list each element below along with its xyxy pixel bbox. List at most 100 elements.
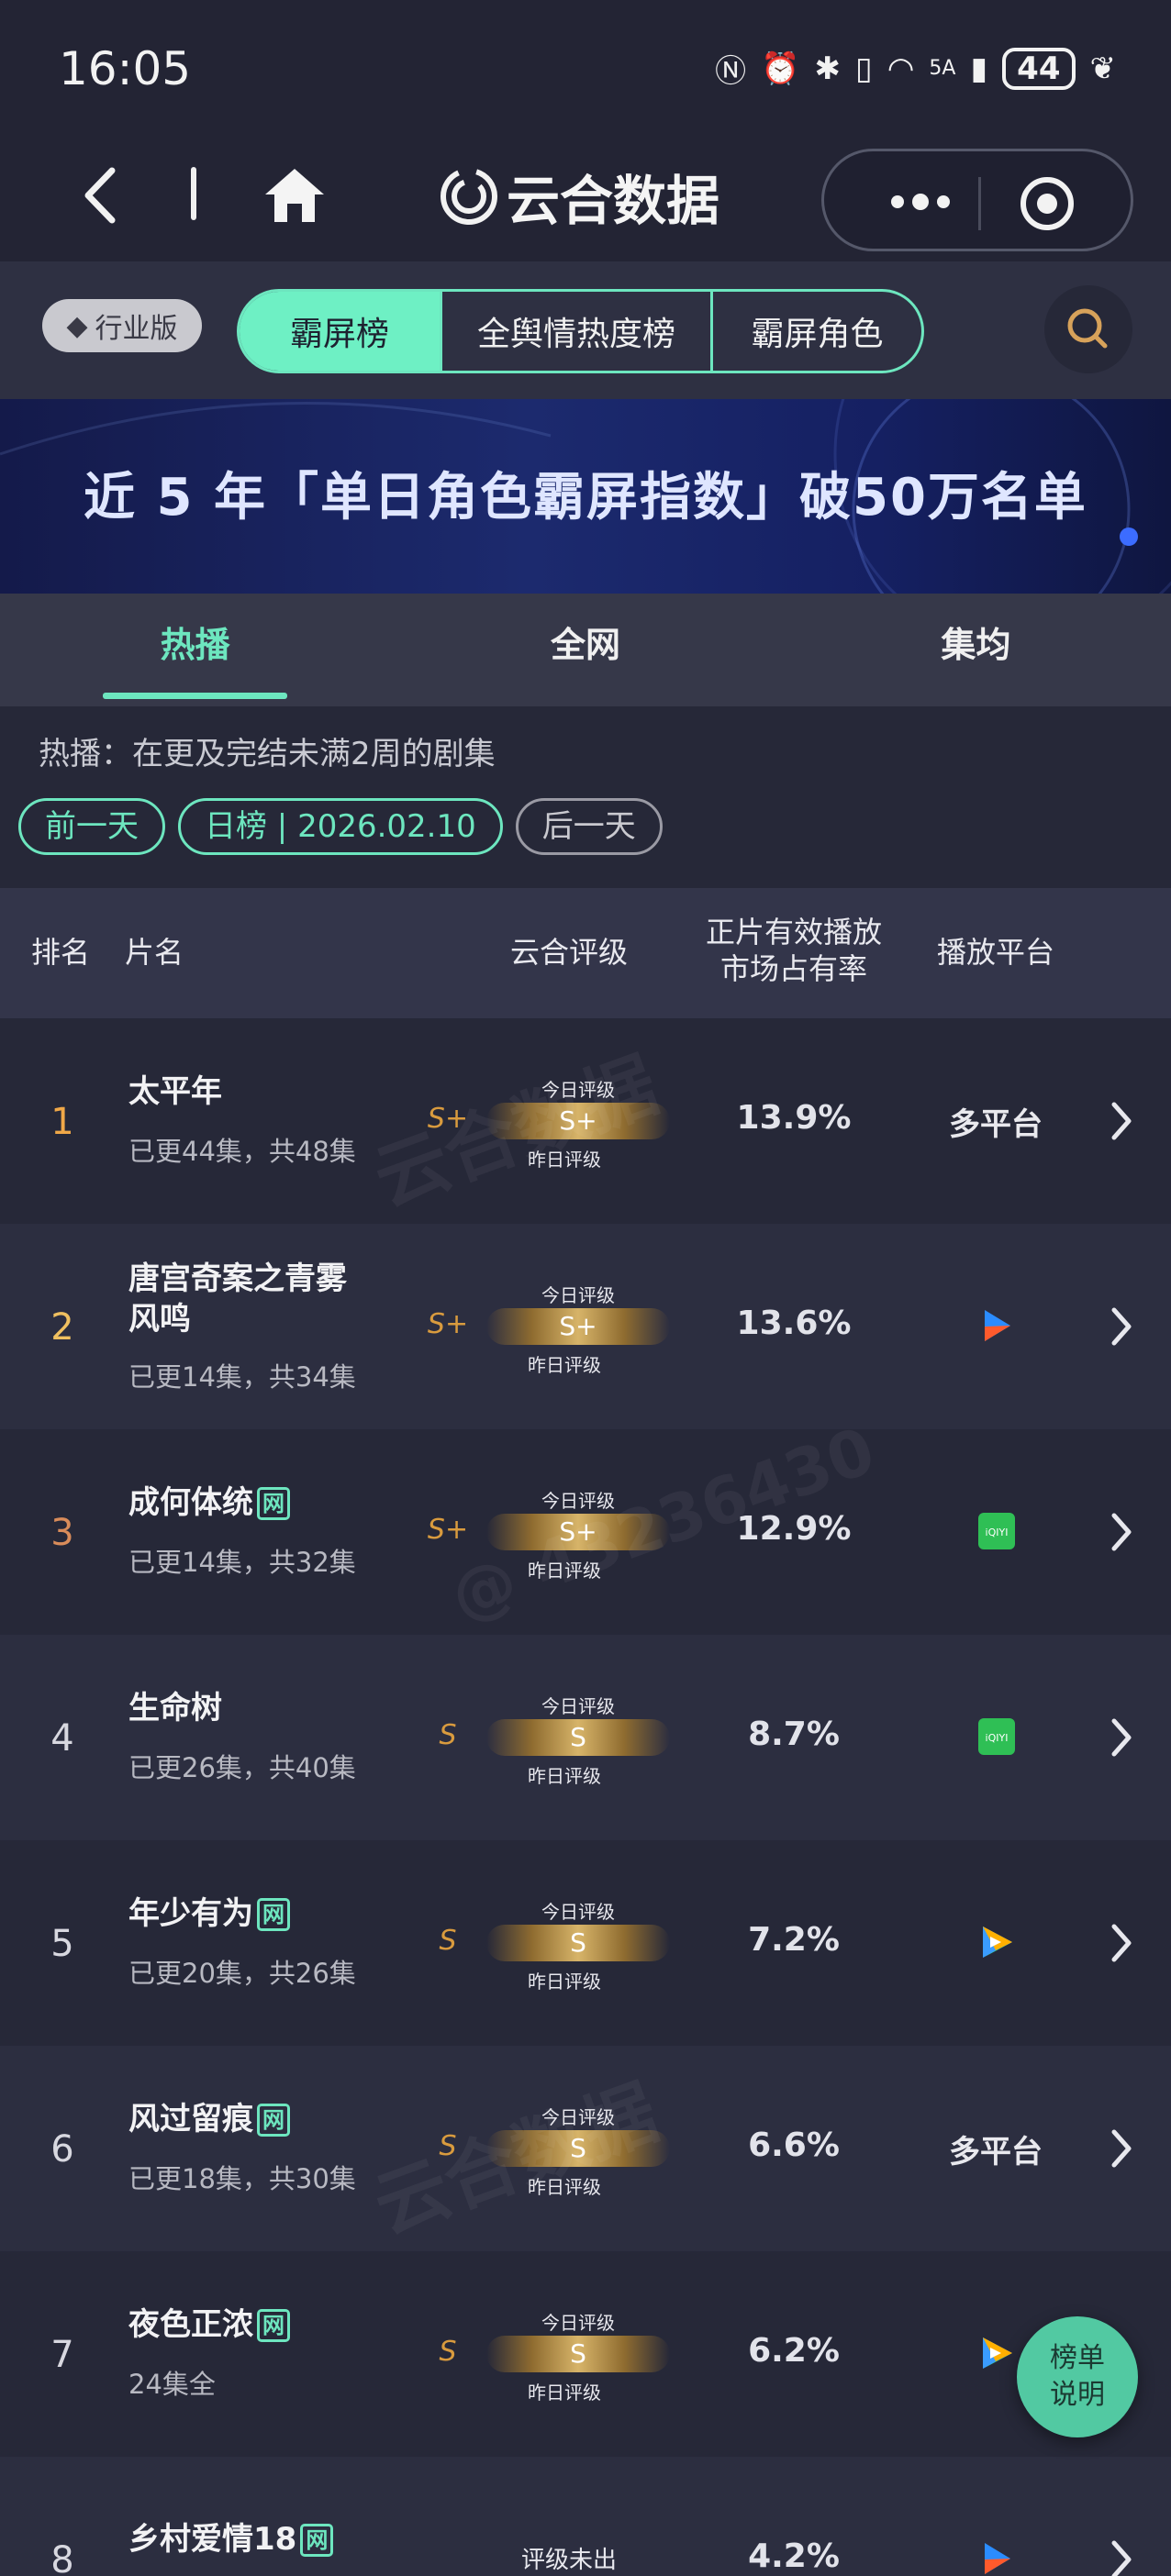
online-drama-badge: 网 <box>257 2309 290 2342</box>
row-title-text: 成何体统 <box>128 1484 253 1521</box>
table-row[interactable]: 3 成何体统网已更14集，共32集 S+ 今日评级 S+ 昨日评级 12.9% iQIYI <box>0 1429 1171 1635</box>
table-row[interactable]: 7 夜色正浓网 24集全 S 今日评级 S 昨日评级 6.2% <box>0 2251 1171 2457</box>
chevron-right-icon[interactable] <box>1107 2537 1136 2576</box>
today-rating-label: 今日评级 <box>541 1490 615 1512</box>
row-title-text-line2: 风鸣 <box>128 1301 191 1338</box>
tab-per-episode[interactable]: 集均 <box>781 594 1171 706</box>
row-title-text: 风过留痕 <box>128 2101 253 2137</box>
home-icon[interactable] <box>262 163 328 228</box>
status-time: 16:05 <box>59 42 192 95</box>
online-drama-badge: 网 <box>257 1898 290 1931</box>
tencent-video-icon[interactable] <box>977 1923 1016 1961</box>
row-title-text: 年少有为 <box>128 1895 253 1932</box>
bluetooth-icon: ✱ <box>814 50 842 87</box>
tab-bapingbang[interactable]: 霸屏榜 <box>240 292 440 371</box>
pending-rating-label: 评级未出 <box>520 2547 617 2574</box>
online-drama-badge: 网 <box>300 2524 334 2557</box>
row-market-share: 12.9% <box>736 1510 852 1548</box>
brand-logo-icon <box>441 168 497 225</box>
chevron-right-icon[interactable] <box>1107 1921 1136 1965</box>
search-icon <box>1067 308 1108 349</box>
svg-text:iQIYI: iQIYI <box>986 1527 1009 1538</box>
promo-banner[interactable]: 近 5 年「单日角色霸屏指数」破50万名单 <box>0 399 1171 594</box>
row-grade: S+ <box>427 1308 469 1340</box>
back-icon[interactable] <box>73 163 128 228</box>
chevron-right-icon[interactable] <box>1107 1099 1136 1143</box>
date-navigator: 前一天 日榜 | 2026.02.10 后一天 <box>18 798 663 855</box>
iqiyi-icon[interactable]: iQIYI <box>977 1717 1016 1756</box>
vibrate-icon: ▯ <box>855 50 873 87</box>
table-header: 排名 片名 云合评级 正片有效播放 市场占有率 播放平台 <box>0 888 1171 1018</box>
banner-dot <box>1120 527 1138 546</box>
chevron-right-icon[interactable] <box>1107 1305 1136 1349</box>
list-description: 热播：在更及完结未满2周的剧集 <box>39 736 496 772</box>
row-market-share: 7.2% <box>748 1921 840 1959</box>
table-row[interactable]: 6 风过留痕网已更18集，共30集 S 今日评级 S 昨日评级 6.6% 多平台 <box>0 2046 1171 2251</box>
iqiyi-icon[interactable]: iQIYI <box>977 1512 1016 1550</box>
list-info-button[interactable]: 榜单 说明 <box>1017 2316 1138 2437</box>
leaf-icon: ❦ <box>1089 50 1117 87</box>
chevron-right-icon[interactable] <box>1107 1510 1136 1554</box>
signal-icon: ▮ <box>970 50 988 87</box>
row-rank: 8 <box>50 2539 74 2576</box>
today-rating-label: 今日评级 <box>541 1695 615 1717</box>
rating-bar: S+ <box>486 1514 670 1550</box>
banner-title: 近 5 年「单日角色霸屏指数」破50万名单 <box>84 468 1087 527</box>
status-bar: 16:05 Ⓝ ⏰ ✱ ▯ ◠ 5A ▮ 44 ❦ <box>0 0 1171 138</box>
table-row[interactable]: 5 年少有为网已更20集，共26集 S 今日评级 S 昨日评级 7.2% <box>0 1840 1171 2046</box>
table-row[interactable]: 8 乡村爱情18 网评级未出 4.2% <box>0 2457 1171 2576</box>
industry-badge[interactable]: ◆ 行业版 <box>42 299 202 352</box>
row-title: 唐宫奇案之青雾 风鸣 <box>128 1259 347 1339</box>
row-episodes: 已更14集，共32集 <box>128 1547 356 1578</box>
table-row[interactable]: 4 生命树 已更26集，共40集 S 今日评级 S 昨日评级 8.7% iQIYI <box>0 1635 1171 1840</box>
row-rank: 2 <box>50 1306 74 1349</box>
close-target-icon[interactable] <box>1019 175 1076 232</box>
table-row[interactable]: 1 太平年 已更44集，共48集 S+ 今日评级 S+ 昨日评级 13.9% 多平台 <box>0 1018 1171 1224</box>
tab-all-network[interactable]: 全网 <box>390 594 780 706</box>
chevron-right-icon[interactable] <box>1107 2126 1136 2171</box>
row-episodes: 24集全 <box>128 2369 216 2400</box>
today-rating-label: 今日评级 <box>541 1284 615 1306</box>
header-rank: 排名 <box>30 935 90 970</box>
tencent-video-icon[interactable] <box>977 2334 1016 2372</box>
youku-icon[interactable] <box>977 1306 1016 1345</box>
today-rating-label: 今日评级 <box>541 2312 615 2334</box>
row-market-share: 8.7% <box>748 1715 840 1753</box>
tab-juese[interactable]: 霸屏角色 <box>710 292 921 371</box>
row-rank: 7 <box>50 2334 74 2376</box>
row-platform[interactable]: 多平台 <box>918 2126 1074 2171</box>
mini-program-capsule <box>821 149 1133 251</box>
rating-bar: S+ <box>486 1308 670 1345</box>
row-rank: 1 <box>50 1101 74 1143</box>
header-share-line1: 正片有效播放 <box>705 915 882 949</box>
row-platform[interactable]: 多平台 <box>918 1099 1074 1144</box>
more-icon[interactable] <box>870 179 971 225</box>
row-market-share: 13.9% <box>736 1099 852 1137</box>
tab-yuqing[interactable]: 全舆情热度榜 <box>440 292 710 371</box>
capsule-divider <box>978 177 981 230</box>
yesterday-rating-label: 昨日评级 <box>528 1560 601 1582</box>
search-button[interactable] <box>1044 285 1132 373</box>
row-episodes: 已更18集，共30集 <box>128 2163 356 2194</box>
nav-bar: 云合数据 <box>0 138 1171 261</box>
row-market-share: 6.6% <box>748 2126 840 2164</box>
table-row[interactable]: 2 唐宫奇案之青雾 风鸣 已更14集，共34集 S+ 今日评级 S+ 昨日评级 13.6% <box>0 1224 1171 1429</box>
current-date-button[interactable]: 日榜 | 2026.02.10 <box>178 798 503 855</box>
chevron-right-icon[interactable] <box>1107 1715 1136 1760</box>
status-icons: Ⓝ ⏰ ✱ ▯ ◠ 5A ▮ 44 ❦ <box>715 46 1116 91</box>
fab-line1: 榜单 <box>1050 2342 1105 2374</box>
brand: 云合数据 <box>439 158 719 235</box>
youku-icon[interactable] <box>977 2539 1016 2576</box>
tab-hot[interactable]: 热播 <box>0 594 390 706</box>
row-grade: S+ <box>427 1514 469 1546</box>
category-row: ◆ 行业版 霸屏榜 全舆情热度榜 霸屏角色 <box>0 261 1171 399</box>
row-episodes: 已更14集，共34集 <box>128 1361 356 1393</box>
prev-day-button[interactable]: 前一天 <box>18 798 165 855</box>
alarm-icon: ⏰ <box>761 50 800 87</box>
row-title-text: 乡村爱情18 <box>128 2521 297 2558</box>
row-title: 生命树 <box>128 1688 222 1728</box>
row-episodes: 已更20集，共26集 <box>128 1958 356 1989</box>
row-rank: 5 <box>50 1923 74 1965</box>
row-market-share: 6.2% <box>748 2332 840 2370</box>
next-day-button[interactable]: 后一天 <box>515 798 663 855</box>
